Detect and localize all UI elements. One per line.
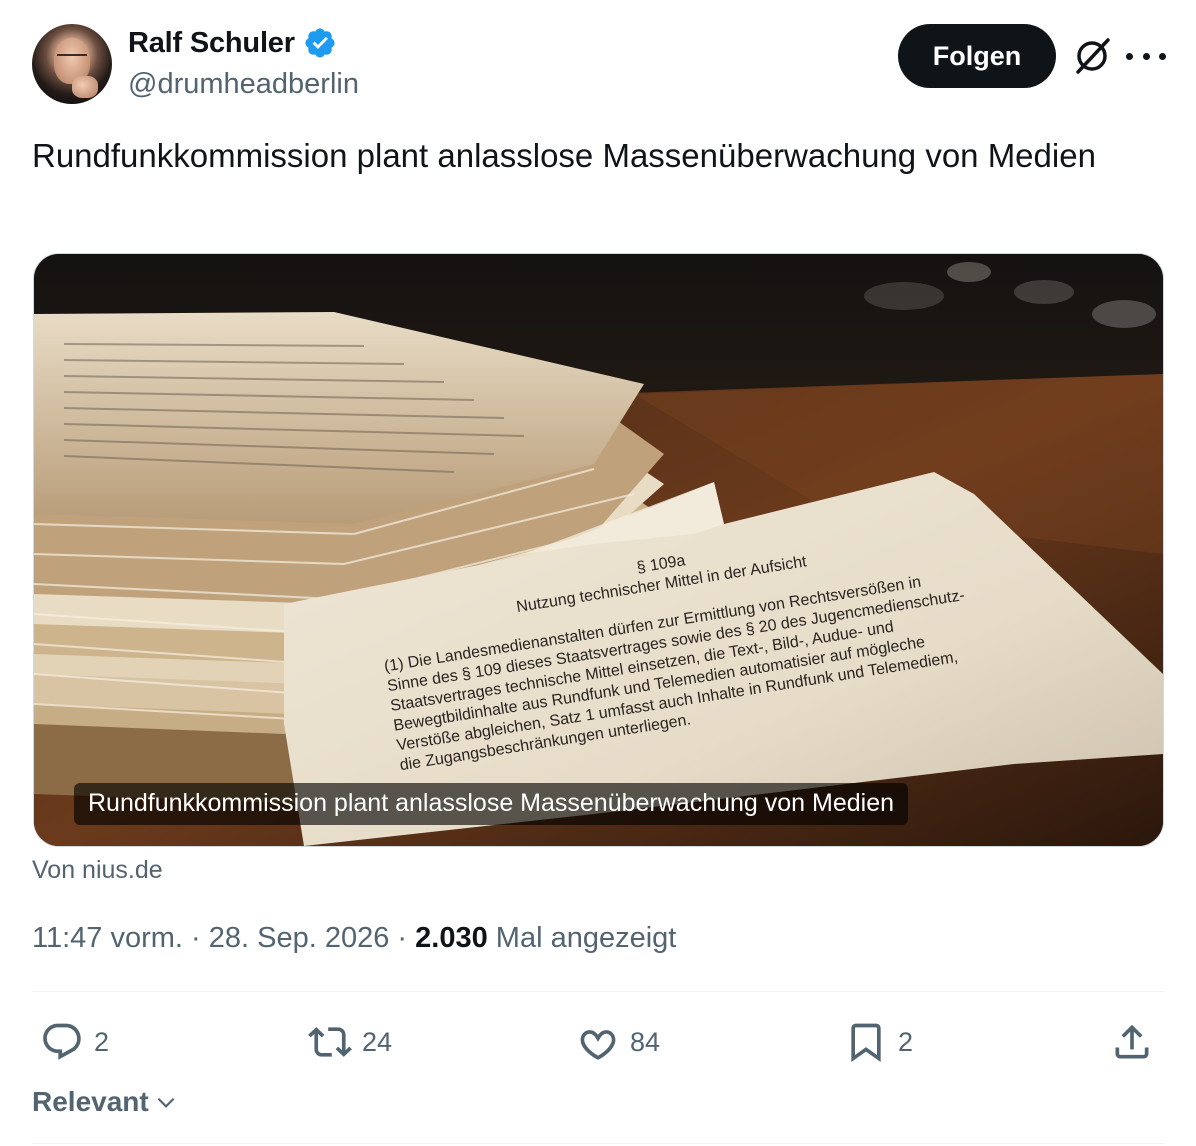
avatar-hand bbox=[72, 76, 98, 98]
sort-dropdown[interactable]: Relevant bbox=[32, 1086, 179, 1118]
author-name[interactable]: Ralf Schuler bbox=[128, 27, 295, 60]
repost-count: 24 bbox=[362, 1026, 393, 1057]
view-count: 2.030 bbox=[415, 922, 488, 954]
repost-icon bbox=[308, 1027, 352, 1057]
grok-icon[interactable] bbox=[1070, 34, 1114, 78]
tweet-time[interactable]: 11:47 vorm. bbox=[32, 922, 183, 954]
divider bbox=[32, 991, 1164, 992]
more-dots-icon[interactable] bbox=[1126, 40, 1166, 72]
sort-label: Relevant bbox=[32, 1086, 149, 1117]
like-count: 84 bbox=[630, 1026, 661, 1057]
verified-badge-icon bbox=[305, 28, 335, 58]
author-name-row: Ralf Schuler bbox=[128, 26, 337, 60]
repost-button[interactable]: 24 bbox=[308, 1012, 392, 1072]
share-icon bbox=[1115, 1024, 1149, 1059]
link-card[interactable]: § 109a Nutzung technischer Mittel in der… bbox=[33, 253, 1164, 847]
follow-button[interactable]: Folgen bbox=[898, 24, 1056, 88]
heart-icon bbox=[580, 1030, 616, 1060]
bookmark-button[interactable]: 2 bbox=[844, 1012, 913, 1072]
bookmark-count: 2 bbox=[898, 1026, 914, 1057]
card-source[interactable]: Von nius.de bbox=[32, 856, 163, 885]
meta-separator: · bbox=[182, 922, 209, 954]
like-button[interactable]: 84 bbox=[576, 1012, 660, 1072]
tweet-date[interactable]: 28. Sep. 2026 bbox=[209, 922, 390, 954]
tweet-text: Rundfunkkommission plant anlasslose Mass… bbox=[32, 137, 1096, 174]
avatar-glasses bbox=[57, 54, 87, 62]
reply-count: 2 bbox=[94, 1026, 110, 1057]
card-caption: Rundfunkkommission plant anlasslose Mass… bbox=[74, 783, 909, 825]
meta-separator: · bbox=[389, 922, 416, 954]
reply-icon bbox=[43, 1023, 81, 1060]
share-button[interactable] bbox=[1110, 1012, 1154, 1072]
tweet-meta: 11:47 vorm. · 28. Sep. 2026 · 2.030 Mal … bbox=[32, 922, 676, 955]
action-bar: 2 24 84 2 bbox=[32, 1012, 1164, 1072]
reply-button[interactable]: 2 bbox=[40, 1012, 109, 1072]
views-label: Mal angezeigt bbox=[487, 922, 677, 954]
author-handle[interactable]: @drumheadberlin bbox=[128, 68, 359, 101]
divider bbox=[32, 1143, 1164, 1144]
chevron-down-icon bbox=[157, 1097, 175, 1108]
card-image: § 109a Nutzung technischer Mittel in der… bbox=[34, 254, 1163, 846]
bookmark-icon bbox=[851, 1023, 881, 1063]
author-avatar[interactable] bbox=[32, 24, 112, 104]
